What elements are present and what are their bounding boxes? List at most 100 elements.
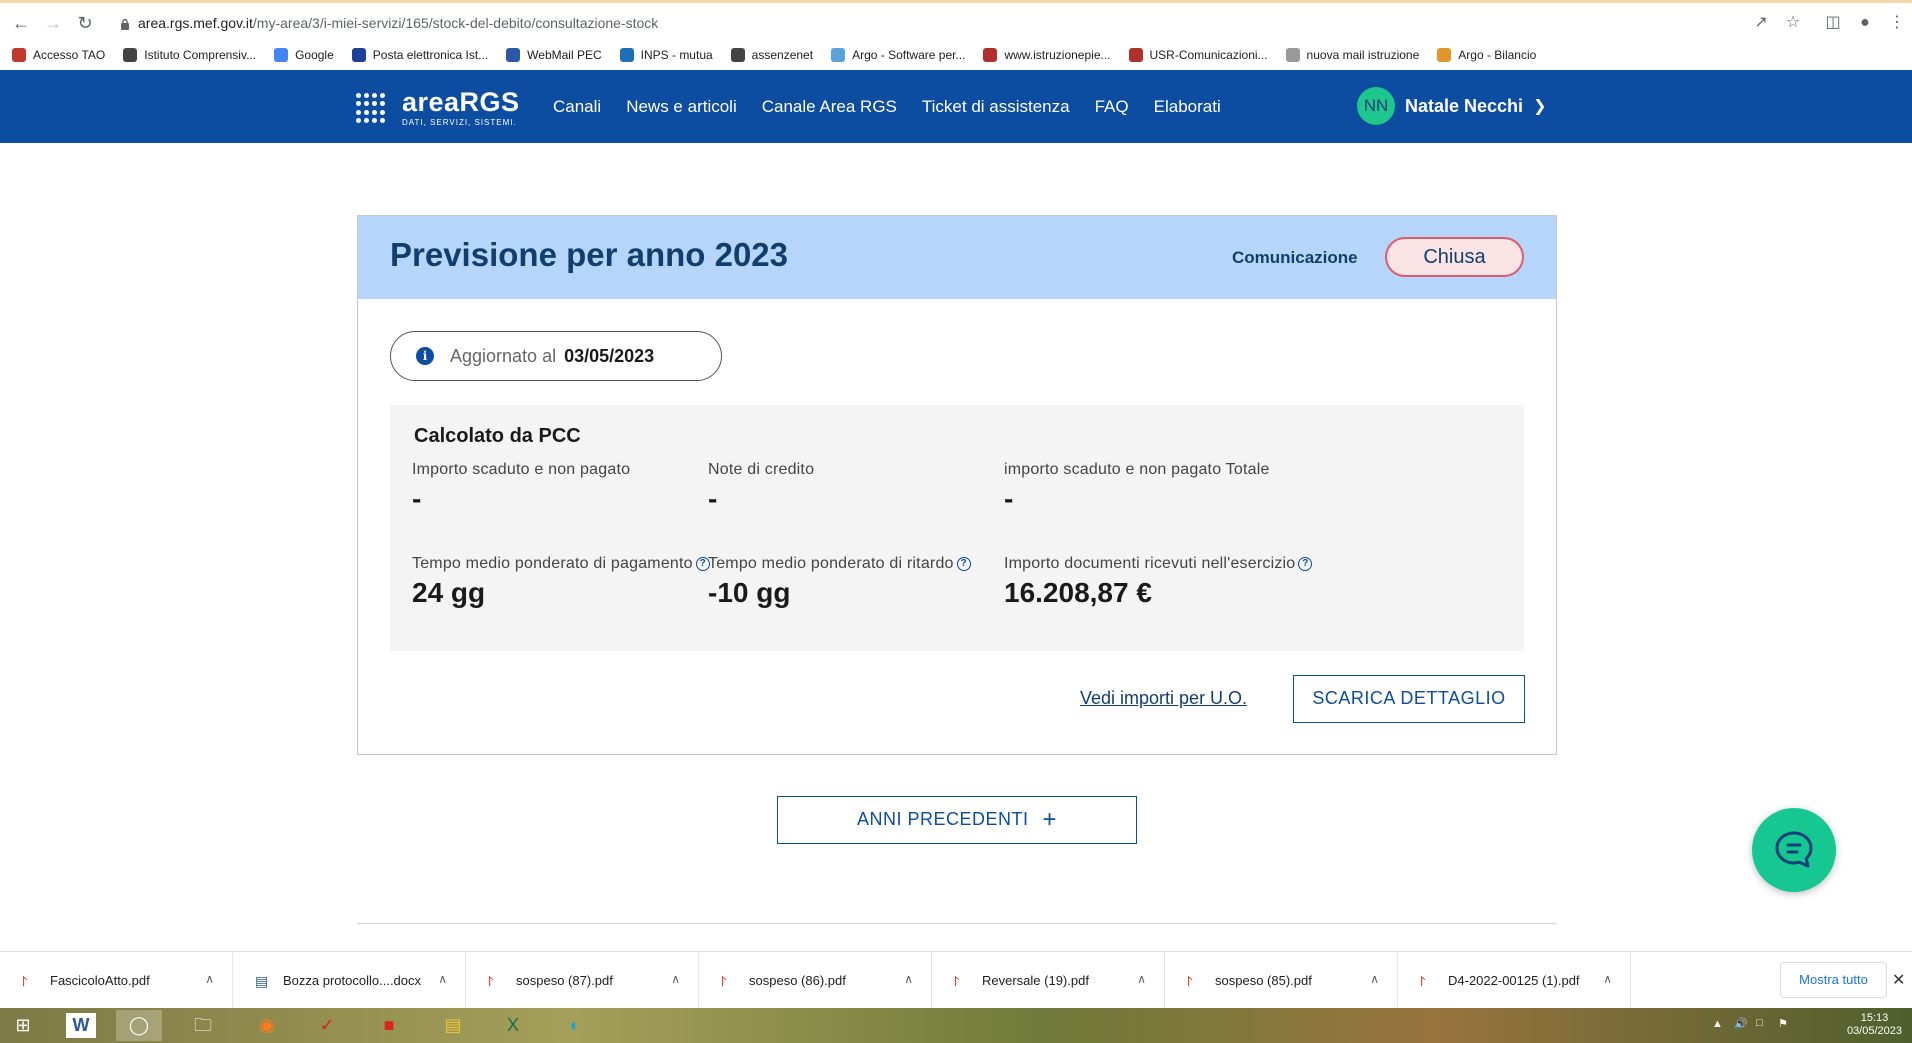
arearg-logo[interactable]: areaRGS DATI, SERVIZI, SISTEMI. [356, 89, 520, 127]
page-title: Previsione per anno 2023 [390, 236, 789, 273]
download-item[interactable]: ▤ Bozza protocollo....docx ∧ [233, 952, 466, 1009]
updated-date: 03/05/2023 [564, 345, 655, 366]
clock-date: 03/05/2023 [1846, 1025, 1902, 1037]
user-name: Natale Necchi [1405, 95, 1524, 116]
chevron-up-icon[interactable]: ∧ [1370, 972, 1379, 986]
flag-icon[interactable]: ⚑ [1778, 1017, 1788, 1030]
chevron-up-icon[interactable]: ∧ [205, 972, 214, 986]
usr-favicon-icon [1128, 48, 1143, 62]
webmail-favicon-icon [506, 48, 521, 62]
bookmark-item[interactable]: Posta elettronica Ist... [351, 48, 488, 62]
bookmark-item[interactable]: Google [274, 48, 334, 62]
address-bar[interactable]: area.rgs.mef.gov.it/my-area/3/i-miei-ser… [112, 9, 1912, 37]
lock-icon [121, 19, 129, 31]
tray-arrow-icon[interactable]: ▲ [1712, 1018, 1723, 1030]
app-check-icon[interactable]: ✓ [304, 1010, 350, 1041]
nav-ticket[interactable]: Ticket di assistenza [922, 97, 1070, 117]
download-item[interactable]: ⨡ sospeso (87).pdf ∧ [466, 952, 699, 1009]
chevron-down-icon: ❯ [1533, 98, 1547, 115]
istruzione-favicon-icon [983, 48, 998, 62]
pdf-file-icon: ⨡ [954, 972, 960, 989]
chevron-up-icon[interactable]: ∧ [904, 972, 913, 986]
nav-canali[interactable]: Canali [553, 97, 601, 117]
mail-favicon-icon [1285, 48, 1300, 62]
chevron-up-icon[interactable]: ∧ [1137, 972, 1146, 986]
download-filename: Bozza protocollo....docx [283, 973, 422, 988]
metric-value-note-credito: - [708, 483, 718, 514]
site-header: areaRGS DATI, SERVIZI, SISTEMI. Canali N… [0, 70, 1912, 143]
download-item[interactable]: ⨡ sospeso (86).pdf ∧ [699, 952, 932, 1009]
download-item[interactable]: ⨡ FascicoloAtto.pdf ∧ [0, 952, 233, 1009]
nav-elaborati[interactable]: Elaborati [1154, 97, 1221, 117]
pdf-file-icon: ⨡ [1187, 972, 1193, 989]
forward-arrow-icon[interactable]: → [42, 12, 64, 34]
globe-favicon-icon [730, 48, 745, 62]
help-icon[interactable]: ? [1298, 556, 1313, 571]
network-icon[interactable]: □ [1756, 1017, 1763, 1029]
bookmark-item[interactable]: www.istruzionepie... [983, 48, 1111, 62]
bookmark-item[interactable]: WebMail PEC [506, 48, 602, 62]
excel-icon[interactable]: X [490, 1010, 536, 1041]
metric-value-tempo-pagamento: 24 gg [412, 577, 486, 608]
chat-button[interactable] [1752, 808, 1836, 892]
clock[interactable]: 15:13 03/05/2023 [1847, 1012, 1902, 1038]
chat-bubble-icon [1775, 831, 1813, 868]
taskbar: ⊞ W ◯ 🗀 ◉ ✓ ■ ▤ X ◐ ▲ 🔊 □ ⚑ 15:13 03/05/… [0, 1008, 1912, 1043]
bookmark-label: Google [295, 48, 334, 62]
app-stop-icon[interactable]: ■ [366, 1010, 412, 1041]
pcc-panel: Calcolato da PCC Importo scaduto e non p… [390, 405, 1524, 651]
bookmark-item[interactable]: INPS - mutua [619, 48, 713, 62]
download-item[interactable]: ⨡ D4-2022-00125 (1).pdf ∧ [1398, 952, 1631, 1009]
chrome-icon[interactable]: ◯ [116, 1010, 162, 1041]
back-arrow-icon[interactable]: ← [10, 12, 32, 34]
bookmark-label: www.istruzionepie... [1004, 48, 1111, 62]
show-all-button[interactable]: Mostra tutto [1780, 962, 1887, 998]
edge-icon[interactable]: ◐ [552, 1010, 598, 1041]
firefox-icon[interactable]: ◉ [244, 1010, 290, 1041]
download-item[interactable]: ⨡ Reversale (19).pdf ∧ [932, 952, 1165, 1009]
help-icon[interactable]: ? [956, 556, 971, 571]
google-favicon-icon [274, 48, 289, 62]
file-explorer-icon[interactable]: 🗀 [180, 1010, 226, 1041]
folder-icon[interactable]: ▤ [430, 1010, 476, 1041]
download-item[interactable]: ⨡ sospeso (85).pdf ∧ [1165, 952, 1398, 1009]
view-by-uo-link[interactable]: Vedi importi per U.O. [1080, 688, 1247, 709]
avatar: NN [1357, 87, 1395, 125]
chevron-up-icon[interactable]: ∧ [438, 972, 447, 986]
eu-flag-favicon-icon [351, 48, 366, 62]
metric-value-scaduto-totale: - [1004, 483, 1014, 514]
metric-label-tempo-pagamento: Tempo medio ponderato di pagamento? [412, 555, 710, 573]
bookmark-item[interactable]: Argo - Bilancio [1437, 48, 1536, 62]
download-filename: sospeso (85).pdf [1215, 973, 1312, 988]
nav-faq[interactable]: FAQ [1095, 97, 1129, 117]
menu-dots-icon[interactable]: ⋮ [1886, 12, 1908, 34]
nav-canale-area-rgs[interactable]: Canale Area RGS [762, 97, 897, 117]
bookmark-item[interactable]: nuova mail istruzione [1285, 48, 1420, 62]
profile-icon[interactable]: ● [1854, 12, 1876, 34]
bookmark-label: Argo - Software per... [852, 48, 966, 62]
bookmark-item[interactable]: USR-Comunicazioni... [1128, 48, 1268, 62]
previous-years-button[interactable]: ANNI PRECEDENTI + [777, 796, 1137, 844]
bookmark-item[interactable]: Argo - Software per... [831, 48, 965, 62]
word-icon[interactable]: W [66, 1013, 96, 1038]
close-icon[interactable]: ✕ [1892, 970, 1905, 990]
share-icon[interactable]: ↗ [1750, 12, 1772, 34]
communication-label: Comunicazione [1232, 248, 1358, 267]
user-menu[interactable]: NN Natale Necchi ❯ [1357, 87, 1546, 125]
bookmark-item[interactable]: assenzenet [730, 48, 813, 62]
chevron-up-icon[interactable]: ∧ [1603, 972, 1612, 986]
bookmark-item[interactable]: Istituto Comprensiv... [123, 48, 256, 62]
windows-start-icon[interactable]: ⊞ [0, 1010, 46, 1041]
updated-chip: i Aggiornato al 03/05/2023 [390, 331, 722, 381]
bookmark-label: nuova mail istruzione [1306, 48, 1420, 62]
volume-icon[interactable]: 🔊 [1734, 1017, 1748, 1030]
bookmark-item[interactable]: Accesso TAO [12, 48, 105, 62]
nav-news[interactable]: News e articoli [626, 97, 737, 117]
reload-icon[interactable]: ↻ [74, 12, 96, 34]
download-filename: sospeso (86).pdf [749, 973, 846, 988]
side-panel-icon[interactable]: ◫ [1822, 12, 1844, 34]
chevron-up-icon[interactable]: ∧ [671, 972, 680, 986]
bookmark-label: Accesso TAO [33, 48, 106, 62]
download-detail-button[interactable]: SCARICA DETTAGLIO [1293, 675, 1525, 723]
star-icon[interactable]: ☆ [1782, 12, 1804, 34]
